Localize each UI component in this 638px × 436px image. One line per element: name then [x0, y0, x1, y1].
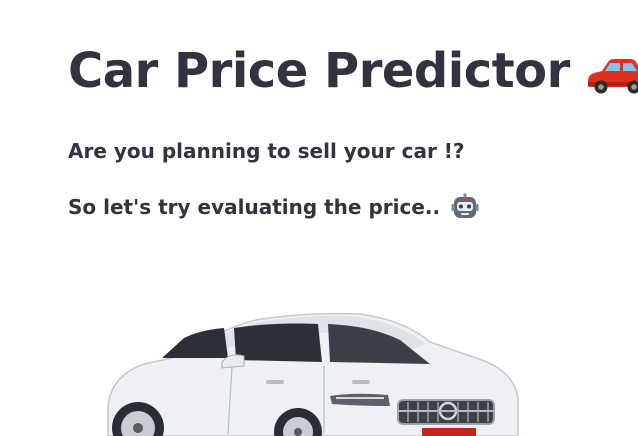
red-car-icon — [584, 52, 638, 94]
intro-question: Are you planning to sell your car !? — [68, 139, 465, 163]
page-title-text: Car Price Predictor — [68, 43, 570, 99]
app-page: Car Price Predictor Are you planning to … — [0, 0, 638, 436]
robot-face-icon — [450, 192, 480, 222]
intro-statement: So let's try evaluating the price.. — [68, 192, 480, 222]
page-title: Car Price Predictor — [68, 43, 638, 99]
silver-sedan-car-image — [104, 300, 524, 436]
intro-statement-text: So let's try evaluating the price.. — [68, 195, 441, 219]
